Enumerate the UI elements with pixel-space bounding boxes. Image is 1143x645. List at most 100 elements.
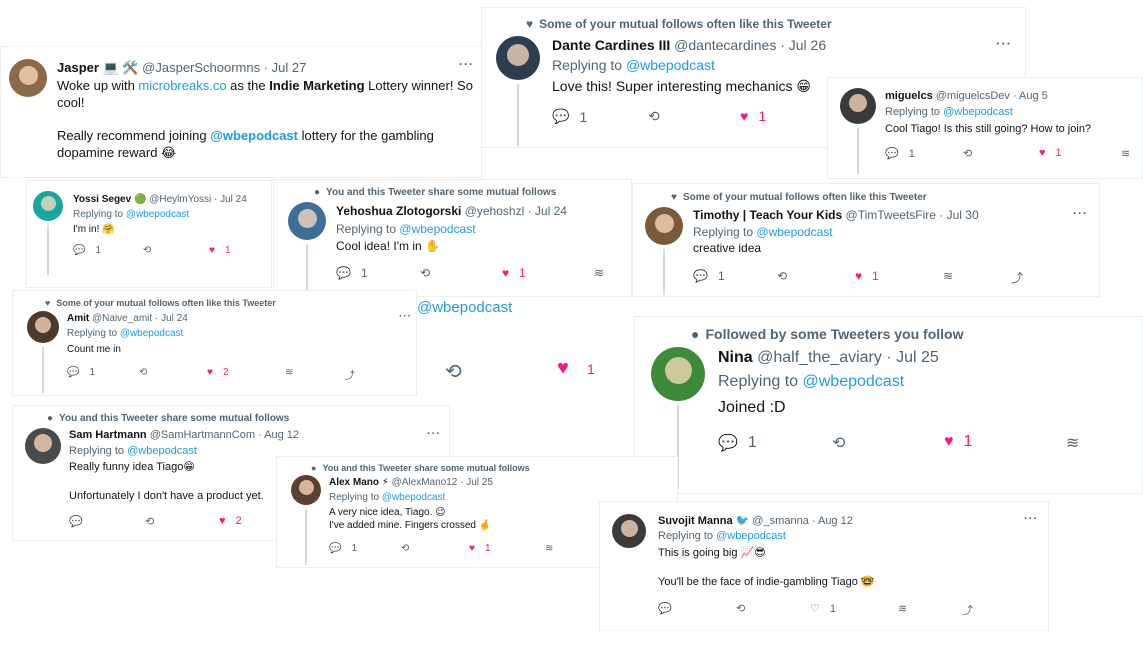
share-button[interactable]: ⤴ xyxy=(345,367,355,382)
retweet-icon[interactable]: ⟲ xyxy=(445,359,462,384)
stack-button[interactable]: ≋ xyxy=(1066,433,1079,453)
author-handle[interactable]: @miguelcsDev · Aug 5 xyxy=(936,90,1048,102)
author-name[interactable]: Dante Cardines III xyxy=(552,37,670,53)
author-handle[interactable]: @half_the_aviary · Jul 25 xyxy=(757,349,939,366)
reply-button[interactable]: 💬 1 xyxy=(693,269,725,283)
reply-mention[interactable]: @wbepodcast xyxy=(626,57,715,73)
retweet-button[interactable]: ⟲ xyxy=(777,269,787,283)
like-button[interactable]: ♥ 2 xyxy=(207,367,229,378)
avatar[interactable] xyxy=(27,311,59,343)
reply-mention[interactable]: @wbepodcast xyxy=(126,209,190,220)
more-options-icon[interactable]: ··· xyxy=(1073,206,1088,220)
more-options-icon[interactable]: ··· xyxy=(427,428,441,440)
author-handle[interactable]: @yehoshzl · Jul 24 xyxy=(465,204,567,218)
tweet-card-timothy: ♥ Some of your mutual follows often like … xyxy=(632,183,1100,297)
retweet-button[interactable]: ⟲ xyxy=(401,543,409,554)
reply-mention[interactable]: @wbepodcast xyxy=(120,328,184,339)
like-icon[interactable]: ♥ xyxy=(557,357,569,380)
author-handle[interactable]: @AlexMano12 · Jul 25 xyxy=(392,477,493,488)
reply-mention[interactable]: @wbepodcast xyxy=(803,373,905,390)
reply-button[interactable]: 💬 1 xyxy=(67,367,95,378)
reply-button[interactable]: 💬 1 xyxy=(336,266,368,280)
author-handle[interactable]: @Naive_amit · Jul 24 xyxy=(92,313,188,324)
tweet-header: miguelcs @miguelcsDev · Aug 5 xyxy=(885,90,1048,102)
social-context: ♥ Some of your mutual follows often like … xyxy=(526,17,832,31)
more-options-icon[interactable]: ··· xyxy=(459,57,474,71)
avatar[interactable] xyxy=(651,347,705,401)
avatar[interactable] xyxy=(9,59,47,97)
reply-button[interactable]: 💬 1 xyxy=(552,108,587,125)
author-name[interactable]: Yehoshua Zlotogorski xyxy=(336,204,461,218)
author-name[interactable]: Nina xyxy=(718,349,753,366)
link[interactable]: microbreaks.co xyxy=(138,78,226,93)
author-name[interactable]: Yossi Segev 🟢 xyxy=(73,194,146,205)
author-name[interactable]: Sam Hartmann xyxy=(69,429,147,441)
reply-mention[interactable]: @wbepodcast xyxy=(716,530,786,542)
more-options-icon[interactable]: ··· xyxy=(996,36,1012,51)
stack-button[interactable]: ≋ xyxy=(545,543,553,554)
retweet-button[interactable]: ⟲ xyxy=(963,147,972,160)
author-handle[interactable]: @SamHartmannCom · Aug 12 xyxy=(150,429,299,441)
like-button[interactable]: ♥ 1 xyxy=(1039,147,1062,159)
like-button[interactable]: ♥ 2 xyxy=(219,515,242,527)
tweet-actions: 💬 1 ⟲ ♥ 1 ≋ xyxy=(336,266,626,284)
stack-button[interactable]: ≋ xyxy=(285,367,293,378)
like-button[interactable]: ♥ 1 xyxy=(740,108,766,124)
reply-button[interactable]: 💬 1 xyxy=(329,543,357,554)
avatar[interactable] xyxy=(291,475,321,505)
avatar[interactable] xyxy=(645,207,683,245)
avatar[interactable] xyxy=(25,428,61,464)
like-button[interactable]: ♥ 1 xyxy=(855,269,879,283)
background-mention[interactable]: @wbepodcast xyxy=(417,299,512,316)
reply-mention[interactable]: @wbepodcast xyxy=(756,225,832,239)
author-name[interactable]: Jasper 💻 🛠️ xyxy=(57,60,139,75)
author-name[interactable]: Timothy | Teach Your Kids xyxy=(693,208,842,222)
more-options-icon[interactable]: ··· xyxy=(1024,513,1038,525)
avatar[interactable] xyxy=(33,191,63,221)
retweet-button[interactable]: ⟲ xyxy=(420,266,430,280)
author-handle[interactable]: @JasperSchoormns · Jul 27 xyxy=(142,60,306,75)
author-handle[interactable]: @TimTweetsFire · Jul 30 xyxy=(846,208,979,222)
avatar[interactable] xyxy=(840,88,876,124)
author-name[interactable]: miguelcs xyxy=(885,90,933,102)
like-button[interactable]: ♥ 1 xyxy=(502,266,526,280)
author-handle[interactable]: @_smanna · Aug 12 xyxy=(752,515,852,527)
retweet-button[interactable]: ⟲ xyxy=(139,367,147,378)
retweet-button[interactable]: ⟲ xyxy=(832,433,845,453)
stack-button[interactable]: ≋ xyxy=(943,269,953,283)
retweet-button[interactable]: ⟲ xyxy=(145,515,154,528)
like-button[interactable]: ♡ 1 xyxy=(810,602,836,616)
reply-mention[interactable]: @wbepodcast xyxy=(382,492,446,503)
mention-link[interactable]: @wbepodcast xyxy=(210,128,298,143)
reply-button[interactable]: 💬 1 xyxy=(885,147,915,161)
retweet-button[interactable]: ⟲ xyxy=(736,602,745,615)
social-context: ♥ Some of your mutual follows often like … xyxy=(671,192,927,203)
share-button[interactable]: ⤴ xyxy=(1011,269,1023,286)
stack-button[interactable]: ≋ xyxy=(898,602,907,615)
author-name[interactable]: Alex Mano ⚡ xyxy=(329,477,389,488)
reply-button[interactable]: 💬 xyxy=(69,515,83,528)
reply-mention[interactable]: @wbepodcast xyxy=(943,106,1013,118)
retweet-button[interactable]: ⟲ xyxy=(648,108,660,125)
avatar[interactable] xyxy=(496,36,540,80)
author-name[interactable]: Suvojit Manna 🐦 xyxy=(658,515,749,527)
tweet-text: Joined :D xyxy=(718,399,786,416)
more-options-icon[interactable]: ··· xyxy=(399,311,412,322)
avatar[interactable] xyxy=(612,514,646,548)
avatar[interactable] xyxy=(288,202,326,240)
like-button[interactable]: ♥ 1 xyxy=(944,433,972,451)
reply-mention[interactable]: @wbepodcast xyxy=(399,222,475,236)
share-button[interactable]: ⤴ xyxy=(962,602,973,618)
reply-button[interactable]: 💬 xyxy=(658,602,672,615)
author-name[interactable]: Amit xyxy=(67,313,89,324)
reply-button[interactable]: 💬 1 xyxy=(718,433,757,453)
reply-button[interactable]: 💬 1 xyxy=(73,245,101,256)
author-handle[interactable]: @HeylmYossi · Jul 24 xyxy=(149,194,247,205)
stack-button[interactable]: ≋ xyxy=(1121,147,1130,160)
retweet-button[interactable]: ⟲ xyxy=(143,245,151,256)
reply-mention[interactable]: @wbepodcast xyxy=(127,445,197,457)
stack-button[interactable]: ≋ xyxy=(594,266,604,280)
like-button[interactable]: ♥ 1 xyxy=(469,543,491,554)
author-handle[interactable]: @dantecardines · Jul 26 xyxy=(674,37,826,53)
like-button[interactable]: ♥ 1 xyxy=(209,245,231,256)
